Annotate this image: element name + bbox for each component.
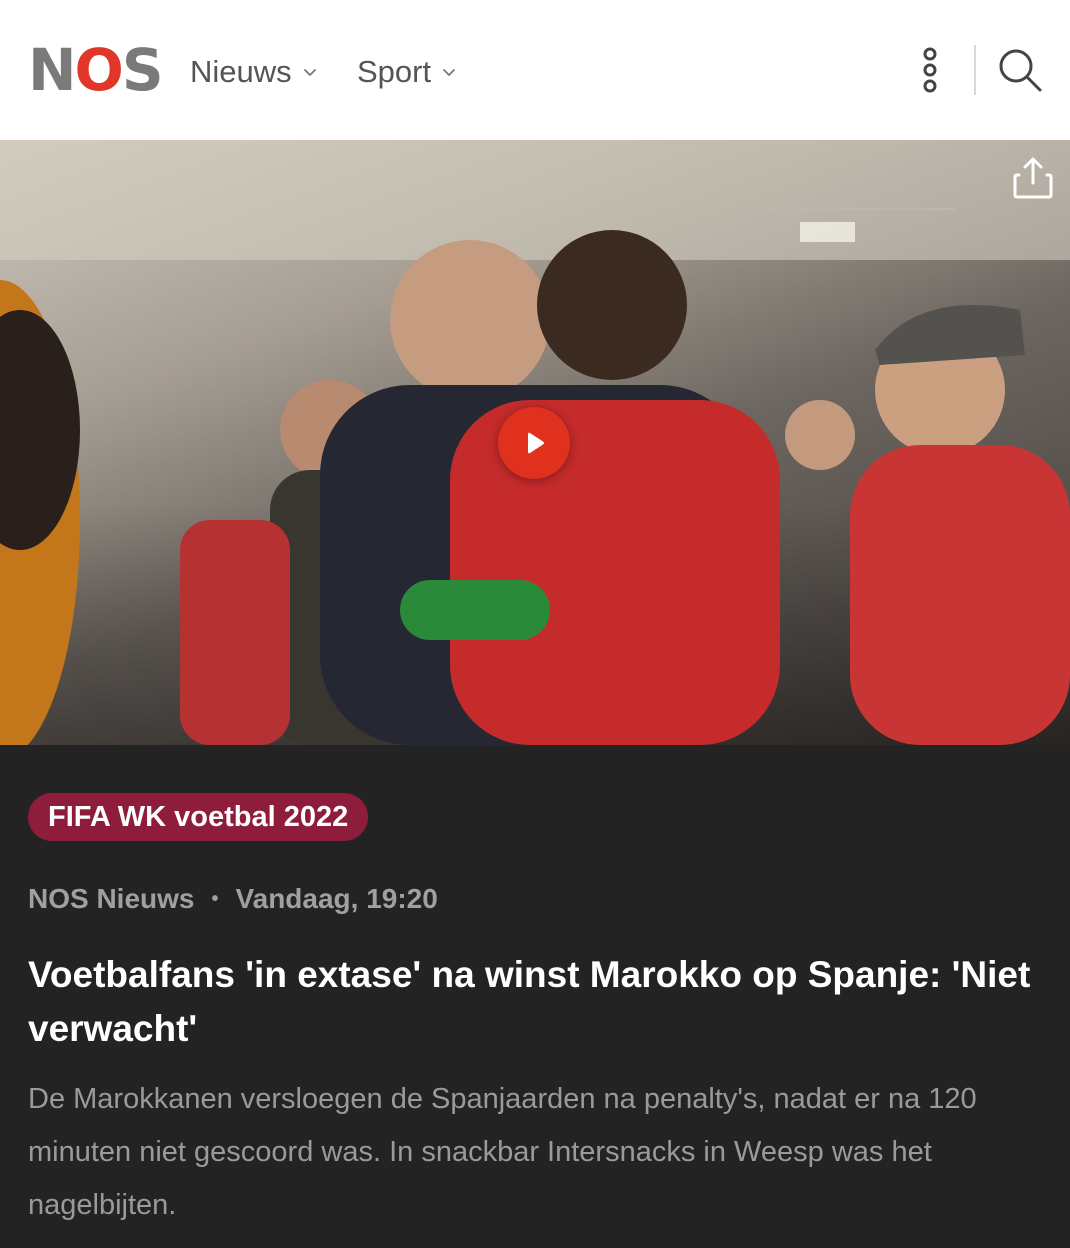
article-meta: NOS Nieuws • Vandaag, 19:20 [28,881,438,917]
meta-separator: • [211,888,219,910]
article-headline[interactable]: Voetbalfans 'in extase' na winst Marokko… [28,948,1048,1056]
search-icon[interactable] [996,46,1044,94]
logo-letter-s: S [121,36,164,104]
article-source: NOS Nieuws [28,883,195,914]
share-icon[interactable] [1011,155,1055,201]
nav-item-nieuws[interactable]: Nieuws [190,50,318,94]
article-time: Vandaag, 19:20 [235,883,438,914]
more-vertical-icon[interactable] [918,46,942,94]
nav-item-label: Sport [357,54,432,89]
top-navigation-bar: NOS Nieuws Sport [0,0,1070,140]
play-icon [528,432,544,454]
chevron-down-icon [443,69,456,76]
chevron-down-icon [303,69,316,76]
article-card[interactable]: FIFA WK voetbal 2022 NOS Nieuws • Vandaa… [0,745,1070,1248]
nav-item-label: Nieuws [190,54,292,89]
logo-letter-o: O [74,36,124,104]
nos-logo[interactable]: NOS [28,40,164,100]
nav-item-sport[interactable]: Sport [357,50,457,94]
category-tag[interactable]: FIFA WK voetbal 2022 [28,793,369,841]
video-thumbnail[interactable] [0,140,1070,745]
logo-letter-n: N [28,36,77,104]
play-button[interactable] [498,407,570,479]
article-lead: De Marokkanen versloegen de Spanjaarden … [28,1083,977,1221]
header-divider [974,45,976,95]
